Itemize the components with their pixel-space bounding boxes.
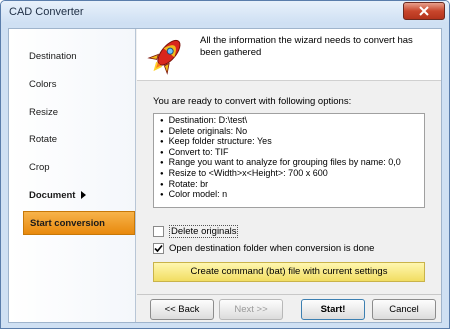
header-message: All the information the wizard needs to …: [200, 35, 413, 58]
sidebar-item-start-conversion[interactable]: Start conversion: [23, 211, 135, 235]
open-destination-checkbox[interactable]: [153, 242, 164, 254]
options-summary-box[interactable]: Destination: D:\test\ Delete originals: …: [153, 113, 425, 208]
create-command-file-button[interactable]: Create command (bat) file with current s…: [153, 262, 425, 282]
sidebar-item-label: Colors: [29, 79, 57, 90]
cad-converter-window: CAD Converter Destination Colors Resize …: [0, 0, 450, 329]
close-icon: [419, 6, 429, 16]
sidebar-item-colors[interactable]: Colors: [23, 73, 135, 97]
title-bar: CAD Converter: [1, 1, 449, 23]
options-list: Destination: D:\test\ Delete originals: …: [160, 115, 401, 201]
sidebar-item-destination[interactable]: Destination: [23, 45, 135, 69]
expand-arrow-icon: [81, 191, 87, 199]
close-button[interactable]: [403, 2, 445, 20]
sidebar-item-label: Resize: [29, 107, 59, 118]
delete-originals-label: Delete originals: [169, 224, 239, 238]
sidebar-item-resize[interactable]: Resize: [23, 101, 135, 125]
window-title: CAD Converter: [9, 6, 84, 18]
back-button[interactable]: << Back: [150, 299, 214, 320]
sidebar-item-label: Crop: [29, 162, 50, 173]
open-destination-label: Open destination folder when conversion …: [169, 242, 375, 254]
sidebar-item-rotate[interactable]: Rotate: [23, 128, 135, 152]
wizard-main-panel: All the information the wizard needs to …: [137, 29, 441, 299]
list-item: Color model: n: [160, 190, 401, 201]
next-button[interactable]: Next >>: [219, 299, 283, 320]
open-destination-checkbox-row[interactable]: Open destination folder when conversion …: [153, 241, 374, 255]
wizard-header: All the information the wizard needs to …: [137, 29, 441, 81]
cancel-button[interactable]: Cancel: [372, 299, 436, 320]
wizard-client-area: Destination Colors Resize Rotate Crop Do…: [8, 28, 442, 323]
sidebar-item-label: Document: [29, 190, 76, 201]
wizard-button-bar: << Back Next >> Start! Cancel: [137, 294, 441, 322]
delete-originals-checkbox-row[interactable]: Delete originals: [153, 224, 239, 238]
list-item: Destination: D:\test\: [160, 115, 401, 127]
sidebar-item-label: Start conversion: [30, 218, 105, 229]
rocket-icon: [147, 39, 181, 75]
ready-message: You are ready to convert with following …: [153, 96, 352, 107]
start-button[interactable]: Start!: [301, 299, 365, 320]
sidebar-item-label: Destination: [29, 51, 77, 62]
wizard-sidebar: Destination Colors Resize Rotate Crop Do…: [9, 29, 136, 322]
sidebar-item-document[interactable]: Document: [23, 184, 135, 208]
delete-originals-checkbox[interactable]: [153, 225, 164, 237]
sidebar-item-crop[interactable]: Crop: [23, 156, 135, 180]
sidebar-item-label: Rotate: [29, 134, 57, 145]
list-item: Resize to <Width>x<Height>: 700 x 600: [160, 168, 401, 180]
checkmark-icon: [154, 244, 163, 252]
